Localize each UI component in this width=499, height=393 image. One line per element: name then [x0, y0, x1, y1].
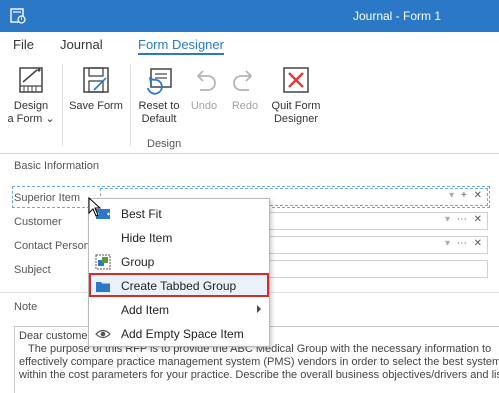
design-form-button[interactable]: Design a Form ⌄ [6, 64, 56, 126]
ribbon-separator [62, 64, 63, 146]
customer-buttons[interactable]: ▾ ⋯ ✕ [445, 214, 484, 225]
tab-form-designer[interactable]: Form Designer [138, 37, 224, 55]
save-form-icon [83, 67, 109, 93]
title-bar: Journal - Form 1 [0, 0, 499, 32]
group-icon [95, 254, 111, 270]
reset-to-default-button[interactable]: Reset to Default [134, 64, 184, 126]
group-label: Group [121, 255, 155, 269]
clear-icon[interactable]: ✕ [474, 238, 484, 249]
note-label: Note [14, 301, 38, 313]
undo-icon [196, 70, 216, 91]
reset-label-1: Reset to [138, 100, 180, 112]
menu-item-best-fit[interactable]: Best Fit [89, 201, 269, 225]
redo-icon [233, 70, 253, 91]
superior-item-label: Superior Item [14, 192, 81, 204]
note-line-4: within the cost parameters for your prac… [19, 369, 499, 381]
more-icon[interactable]: ⋯ [457, 214, 469, 225]
window-title: Journal - Form 1 [352, 9, 441, 23]
more-icon[interactable]: ⋯ [457, 238, 469, 249]
menu-item-group[interactable]: Group [89, 249, 269, 273]
menu-item-add-item[interactable]: Add Item [89, 297, 269, 321]
add-empty-space-item-label: Add Empty Space Item [121, 327, 244, 341]
contact-person-buttons[interactable]: ▾ ⋯ ✕ [445, 238, 484, 249]
quit-label-1: Quit Form [271, 100, 321, 112]
ribbon-separator [130, 64, 131, 146]
add-icon[interactable]: + [461, 190, 469, 201]
undo-button[interactable]: Undo [188, 64, 220, 113]
tab-file[interactable]: File [13, 37, 34, 52]
context-menu: Best Fit Hide Item Group Create Tabbed G… [88, 198, 270, 347]
redo-label: Redo [231, 100, 259, 112]
basic-information-title: Basic Information [14, 160, 99, 172]
dropdown-icon[interactable]: ▾ [445, 238, 452, 249]
menu-item-hide-item[interactable]: Hide Item [89, 225, 269, 249]
eye-icon [95, 329, 111, 339]
create-tabbed-group-label: Create Tabbed Group [121, 279, 237, 293]
quit-label-2: Designer [273, 113, 319, 125]
design-form-label-2: a Form ⌄ [7, 113, 55, 125]
menu-bar: File Journal Form Designer [0, 32, 499, 58]
undo-label: Undo [190, 100, 218, 112]
mouse-cursor-icon [88, 197, 102, 217]
dropdown-icon[interactable]: ▾ [449, 190, 456, 201]
tab-journal[interactable]: Journal [60, 37, 103, 52]
customer-label: Customer [14, 216, 62, 228]
hide-item-label: Hide Item [121, 231, 173, 245]
menu-item-create-tabbed-group[interactable]: Create Tabbed Group [89, 273, 269, 297]
clear-icon[interactable]: ✕ [474, 214, 484, 225]
quit-icon [283, 67, 309, 93]
menu-item-add-empty-space-item[interactable]: Add Empty Space Item [89, 321, 269, 345]
design-form-label-1: Design [13, 100, 49, 112]
reset-icon [147, 68, 172, 95]
superior-item-buttons[interactable]: ▾ + ✕ [449, 190, 484, 201]
dropdown-icon[interactable]: ▾ [445, 214, 452, 225]
note-line-3: effectively compare practice management … [19, 356, 499, 368]
redo-button[interactable]: Redo [228, 64, 262, 113]
contact-person-label: Contact Person [14, 240, 90, 252]
submenu-arrow-icon [257, 305, 261, 313]
save-form-label: Save Form [69, 100, 123, 112]
save-form-button[interactable]: Save Form [66, 64, 126, 113]
design-form-icon [19, 67, 43, 93]
design-group-label: Design [147, 138, 182, 150]
reset-label-2: Default [141, 113, 177, 125]
clear-icon[interactable]: ✕ [474, 190, 484, 201]
quit-form-designer-button[interactable]: Quit Form Designer [268, 64, 324, 126]
best-fit-label: Best Fit [121, 207, 162, 221]
subject-label: Subject [14, 264, 51, 276]
ribbon: Design a Form ⌄ Save Form Reset to Defau… [0, 58, 499, 154]
folder-icon [96, 282, 110, 292]
add-item-label: Add Item [121, 303, 170, 317]
chevron-down-icon: ⌄ [45, 113, 55, 125]
